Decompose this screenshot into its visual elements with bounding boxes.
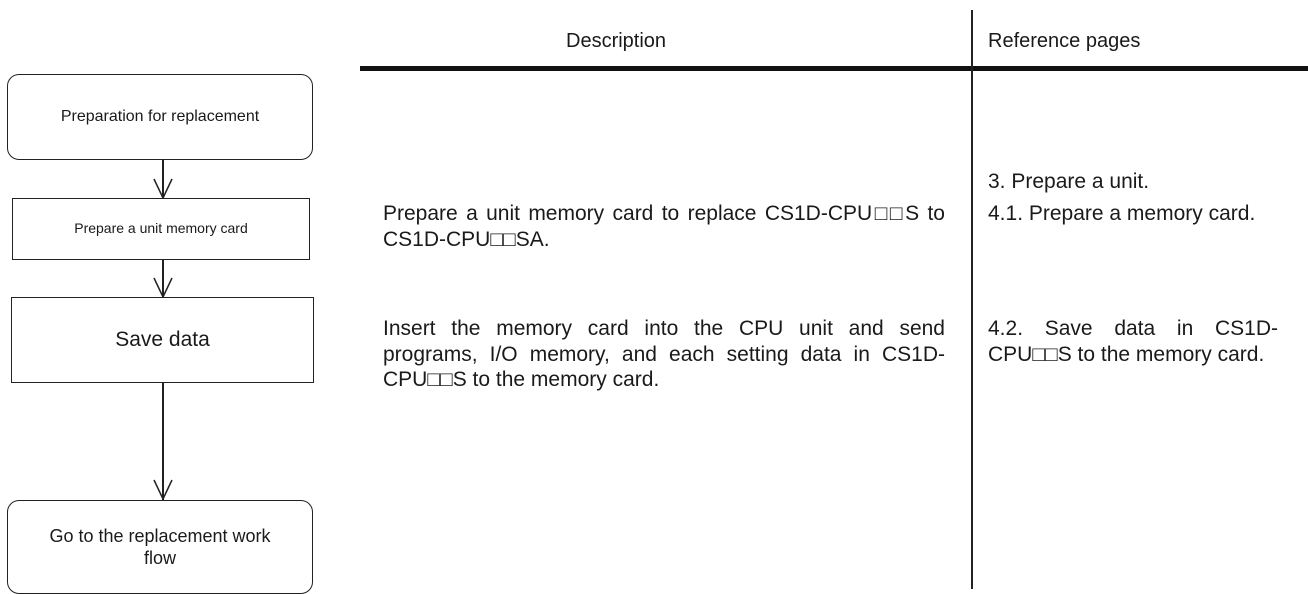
header-description: Description [566, 30, 667, 52]
flow-step-go-to-replacement: Go to the replacement work flow [7, 500, 313, 594]
row1-references: 3. Prepare a unit. 4.1. Prepare a memory… [988, 169, 1288, 232]
flow-step-save-data-label: Save data [115, 327, 210, 351]
flow-step-prepare-card: Prepare a unit memory card [12, 198, 310, 260]
flow-step-preparation-label: Preparation for replacement [60, 108, 260, 125]
row2-description: Insert the memory card into the CPU unit… [383, 317, 945, 392]
arrow-down-icon [153, 277, 173, 299]
column-divider [971, 10, 973, 589]
row2-references: 4.2. Save data in CS1D-CPU□□S to the mem… [988, 316, 1288, 373]
row2-reference-1: 4.2. Save data in CS1D-CPU□□S to the mem… [988, 317, 1278, 366]
header-rule [360, 66, 1308, 71]
flow-step-preparation: Preparation for replacement [7, 74, 313, 160]
arrow-down-icon [153, 178, 173, 200]
flow-step-save-data: Save data [11, 297, 314, 383]
arrow-down-icon [153, 479, 173, 501]
flow-step-prepare-card-label: Prepare a unit memory card [74, 220, 248, 237]
header-reference-pages: Reference pages [988, 30, 1141, 52]
row1-reference-1: 3. Prepare a unit. [988, 170, 1150, 193]
row1-reference-2: 4.1. Prepare a memory card. [988, 201, 1256, 225]
row1-description: Prepare a unit memory card to replace CS… [383, 202, 945, 251]
flow-step-go-to-replacement-label: Go to the replacement work flow [49, 525, 271, 569]
